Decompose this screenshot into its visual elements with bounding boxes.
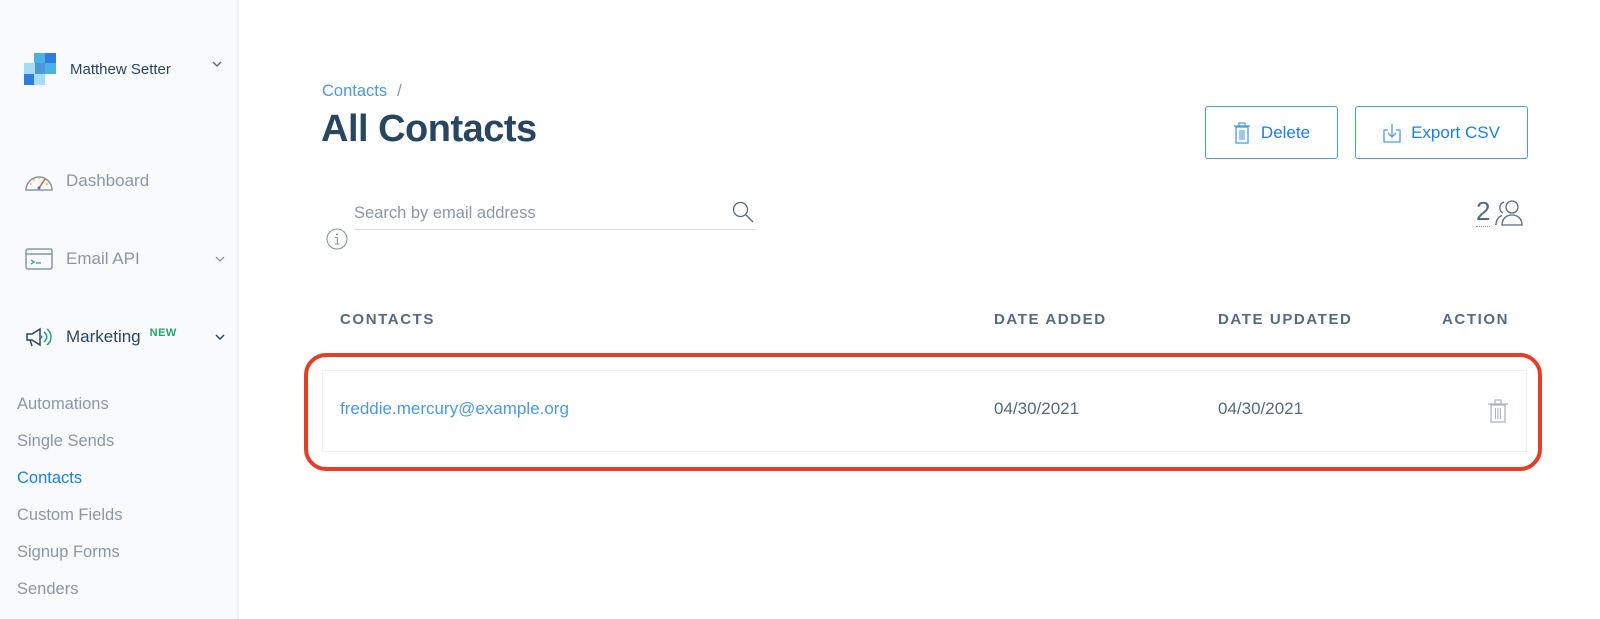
column-header-action: ACTION bbox=[1442, 311, 1510, 328]
search-input[interactable] bbox=[354, 198, 714, 228]
app: Matthew Setter Dashboard Email API Marke… bbox=[0, 0, 1600, 619]
new-badge: NEW bbox=[149, 327, 177, 339]
export-csv-button-label: Export CSV bbox=[1411, 122, 1500, 142]
contact-count: 2 bbox=[1476, 198, 1524, 227]
sidebar-item-custom-fields[interactable]: Custom Fields bbox=[17, 506, 122, 525]
sidebar-item-senders[interactable]: Senders bbox=[17, 580, 78, 599]
search-icon[interactable] bbox=[731, 200, 755, 224]
sidebar-item-contacts[interactable]: Contacts bbox=[17, 469, 82, 488]
delete-button-label: Delete bbox=[1260, 122, 1311, 142]
delete-button[interactable]: Delete bbox=[1205, 106, 1338, 159]
breadcrumb-contacts-link[interactable]: Contacts bbox=[322, 82, 387, 101]
account-name: Matthew Setter bbox=[70, 60, 171, 78]
megaphone-icon bbox=[24, 325, 54, 349]
info-icon[interactable] bbox=[326, 228, 348, 250]
sidebar-item-single-sends[interactable]: Single Sends bbox=[17, 432, 114, 451]
contact-email-link[interactable]: freddie.mercury@example.org bbox=[340, 399, 569, 419]
search-field bbox=[354, 198, 755, 230]
people-icon bbox=[1495, 200, 1524, 226]
breadcrumb: Contacts / bbox=[322, 82, 402, 101]
chevron-down-icon bbox=[215, 256, 225, 262]
date-added-cell: 04/30/2021 bbox=[994, 399, 1080, 418]
sidebar-item-label: Email API bbox=[66, 249, 140, 268]
column-header-date-updated: DATE UPDATED bbox=[1218, 311, 1353, 328]
trash-icon bbox=[1233, 121, 1250, 144]
sidebar-item-email-api[interactable]: Email API bbox=[24, 244, 226, 274]
sendgrid-logo bbox=[24, 53, 56, 85]
page-title: All Contacts bbox=[321, 108, 537, 150]
chevron-down-icon bbox=[215, 334, 225, 341]
sidebar-item-automations[interactable]: Automations bbox=[17, 395, 109, 414]
sidebar-item-dashboard[interactable]: Dashboard bbox=[24, 166, 226, 196]
sidebar-item-label: Marketing bbox=[66, 327, 141, 346]
column-header-date-added: DATE ADDED bbox=[994, 311, 1107, 328]
breadcrumb-separator: / bbox=[397, 82, 402, 100]
account-switcher[interactable]: Matthew Setter bbox=[24, 52, 224, 86]
sidebar-item-signup-forms[interactable]: Signup Forms bbox=[17, 543, 120, 562]
contact-count-value[interactable]: 2 bbox=[1476, 198, 1491, 227]
date-updated-cell: 04/30/2021 bbox=[1218, 399, 1304, 418]
trash-icon[interactable] bbox=[1487, 399, 1509, 423]
terminal-window-icon bbox=[24, 247, 54, 271]
export-csv-button[interactable]: Export CSV bbox=[1355, 106, 1528, 159]
chevron-down-icon bbox=[212, 61, 222, 67]
sidebar-item-marketing[interactable]: Marketing NEW bbox=[24, 322, 226, 352]
download-icon bbox=[1383, 123, 1401, 143]
dashboard-gauge-icon bbox=[24, 169, 54, 193]
sidebar: Matthew Setter Dashboard Email API Marke… bbox=[0, 0, 239, 619]
column-header-contacts: CONTACTS bbox=[340, 311, 436, 328]
sidebar-item-label: Dashboard bbox=[66, 171, 150, 190]
